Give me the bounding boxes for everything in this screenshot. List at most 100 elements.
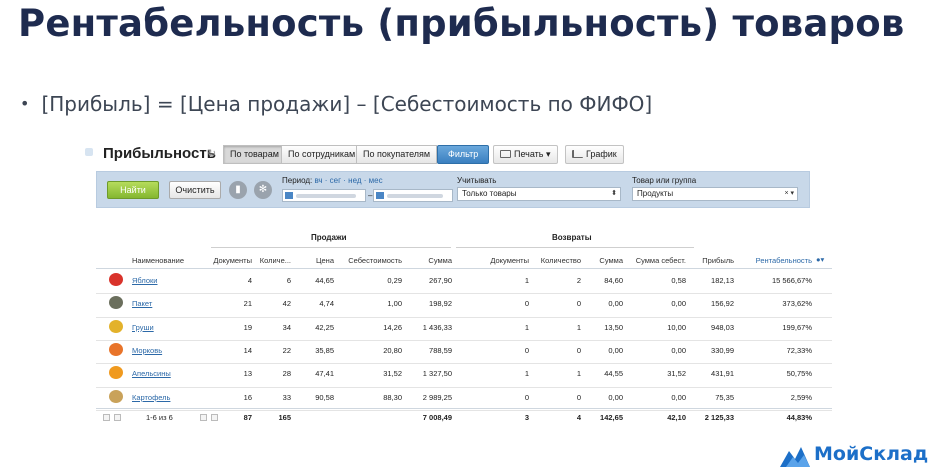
product-select[interactable]: Продукты × ▾: [632, 187, 798, 201]
col-cost[interactable]: Себестоимость: [336, 256, 402, 265]
bag-icon: [109, 296, 123, 310]
cell-price: 35,85: [315, 345, 334, 355]
pager-info: 1-6 из 6: [146, 413, 173, 422]
tab-by-products[interactable]: По товарам: [223, 145, 286, 164]
clear-dropdown-icon[interactable]: × ▾: [784, 188, 794, 200]
row-divider: [96, 293, 832, 295]
cell-margin: 199,67%: [782, 322, 812, 332]
col-ret-sum[interactable]: Сумма: [586, 256, 623, 265]
cell-qty: 6: [286, 276, 291, 285]
tab-by-employees[interactable]: По сотрудникам: [281, 145, 363, 164]
pager-next-icon[interactable]: [200, 414, 207, 421]
bookmark-icon[interactable]: ▮: [229, 181, 247, 199]
clear-button[interactable]: Очистить: [169, 181, 221, 199]
total-docs: 87: [243, 413, 252, 422]
consider-label: Учитывать: [457, 176, 497, 185]
col-qty[interactable]: Количе...: [256, 256, 291, 265]
total-qty: 165: [278, 413, 291, 422]
cell-margin: 373,62%: [782, 299, 812, 309]
cell-docs: 19: [243, 322, 252, 332]
formula-bullet: • [Прибыль] = [Цена продажи] – [Себестоим…: [20, 92, 652, 116]
printer-icon: [500, 150, 511, 158]
cell-qty: 22: [282, 345, 291, 355]
cell-margin: 2,59%: [790, 392, 812, 402]
row-divider: [96, 409, 832, 411]
cell-ret-docs: 1: [524, 322, 529, 332]
cell-price: 4,74: [319, 299, 334, 309]
refresh-icon[interactable]: ↻: [207, 147, 216, 160]
period-quick-links[interactable]: вч · сег · нед · мес: [315, 176, 383, 185]
brand-name: МойСклад: [814, 443, 929, 465]
cell-price: 90,58: [315, 392, 334, 402]
col-name[interactable]: Наименование: [132, 256, 184, 265]
cell-profit: 330,99: [711, 345, 734, 355]
product-link[interactable]: Яблоки: [132, 276, 157, 285]
cell-ret-cost-sum: 0,00: [671, 345, 686, 355]
total-ret-docs: 3: [524, 413, 529, 422]
cell-docs: 16: [243, 392, 252, 402]
pager-first-icon[interactable]: [103, 414, 110, 421]
page-title: Прибыльность: [103, 145, 216, 162]
cell-profit: 431,91: [711, 369, 734, 379]
cell-ret-qty: 0: [576, 299, 581, 309]
consider-select[interactable]: Только товары ⬍: [457, 187, 621, 201]
cell-ret-qty: 0: [576, 345, 581, 355]
apple-icon: [109, 273, 123, 286]
cell-ret-qty: 1: [576, 322, 581, 332]
calendar-icon: [285, 192, 293, 199]
row-divider: [96, 363, 832, 365]
cell-ret-qty: 2: [576, 276, 581, 285]
row-divider: [96, 386, 832, 388]
product-link[interactable]: Картофель: [132, 393, 170, 402]
app-logo-icon: [85, 148, 93, 156]
cell-cost: 88,30: [383, 392, 402, 402]
tab-by-customers[interactable]: По покупателям: [356, 145, 438, 164]
cell-profit: 75,35: [715, 392, 734, 402]
slide-title: Рентабельность (прибыльность) товаров: [18, 2, 905, 45]
cell-profit: 156,92: [711, 299, 734, 309]
cell-sum: 267,90: [429, 276, 452, 285]
print-button[interactable]: Печать ▾: [493, 145, 558, 164]
cell-margin: 50,75%: [786, 369, 812, 379]
cell-ret-sum: 0,00: [608, 345, 623, 355]
cell-ret-cost-sum: 0,00: [671, 299, 686, 309]
pager-prev-icon[interactable]: [114, 414, 121, 421]
orange-icon: [109, 366, 123, 380]
product-link[interactable]: Морковь: [132, 346, 162, 355]
cell-ret-sum: 44,55: [604, 369, 623, 379]
col-ret-docs[interactable]: Документы: [481, 256, 529, 265]
cell-ret-cost-sum: 0,58: [671, 276, 686, 285]
col-margin[interactable]: Рентабельность: [746, 256, 812, 265]
period-end-field[interactable]: [373, 189, 453, 202]
cell-cost: 1,00: [387, 299, 402, 309]
product-link[interactable]: Пакет: [132, 299, 152, 308]
app-header: Прибыльность ↻ По товарам По сотрудникам…: [85, 145, 815, 167]
select-arrows-icon: ⬍: [611, 190, 617, 197]
col-profit[interactable]: Прибыль: [696, 256, 734, 265]
period-start-field[interactable]: [282, 189, 366, 202]
col-ret-qty[interactable]: Количество: [531, 256, 581, 265]
cell-price: 47,41: [315, 369, 334, 379]
profitability-table: Продажи Возвраты Наименование Документы …: [96, 222, 832, 427]
cell-ret-docs: 1: [524, 369, 529, 379]
group-returns: Возвраты: [552, 233, 592, 242]
cell-ret-docs: 0: [524, 345, 529, 355]
find-button[interactable]: Найти: [107, 181, 159, 199]
product-link[interactable]: Апельсины: [132, 369, 171, 378]
cell-ret-sum: 13,50: [604, 322, 623, 332]
cell-ret-docs: 0: [524, 299, 529, 309]
col-ret-cost-sum[interactable]: Сумма себест.: [628, 256, 686, 265]
gear-icon[interactable]: ✻: [254, 181, 272, 199]
sort-desc-icon[interactable]: ●▾: [816, 255, 824, 264]
col-price[interactable]: Цена: [296, 256, 334, 265]
cell-sum: 788,59: [429, 345, 452, 355]
filter-button[interactable]: Фильтр: [437, 145, 490, 164]
product-link[interactable]: Груши: [132, 323, 154, 332]
col-docs[interactable]: Документы: [212, 256, 252, 265]
col-sum[interactable]: Сумма: [406, 256, 452, 265]
cell-qty: 34: [282, 322, 291, 332]
cell-ret-cost-sum: 10,00: [667, 322, 686, 332]
pear-icon: [109, 319, 123, 333]
chart-button[interactable]: График: [565, 145, 624, 164]
potato-icon: [109, 389, 123, 403]
